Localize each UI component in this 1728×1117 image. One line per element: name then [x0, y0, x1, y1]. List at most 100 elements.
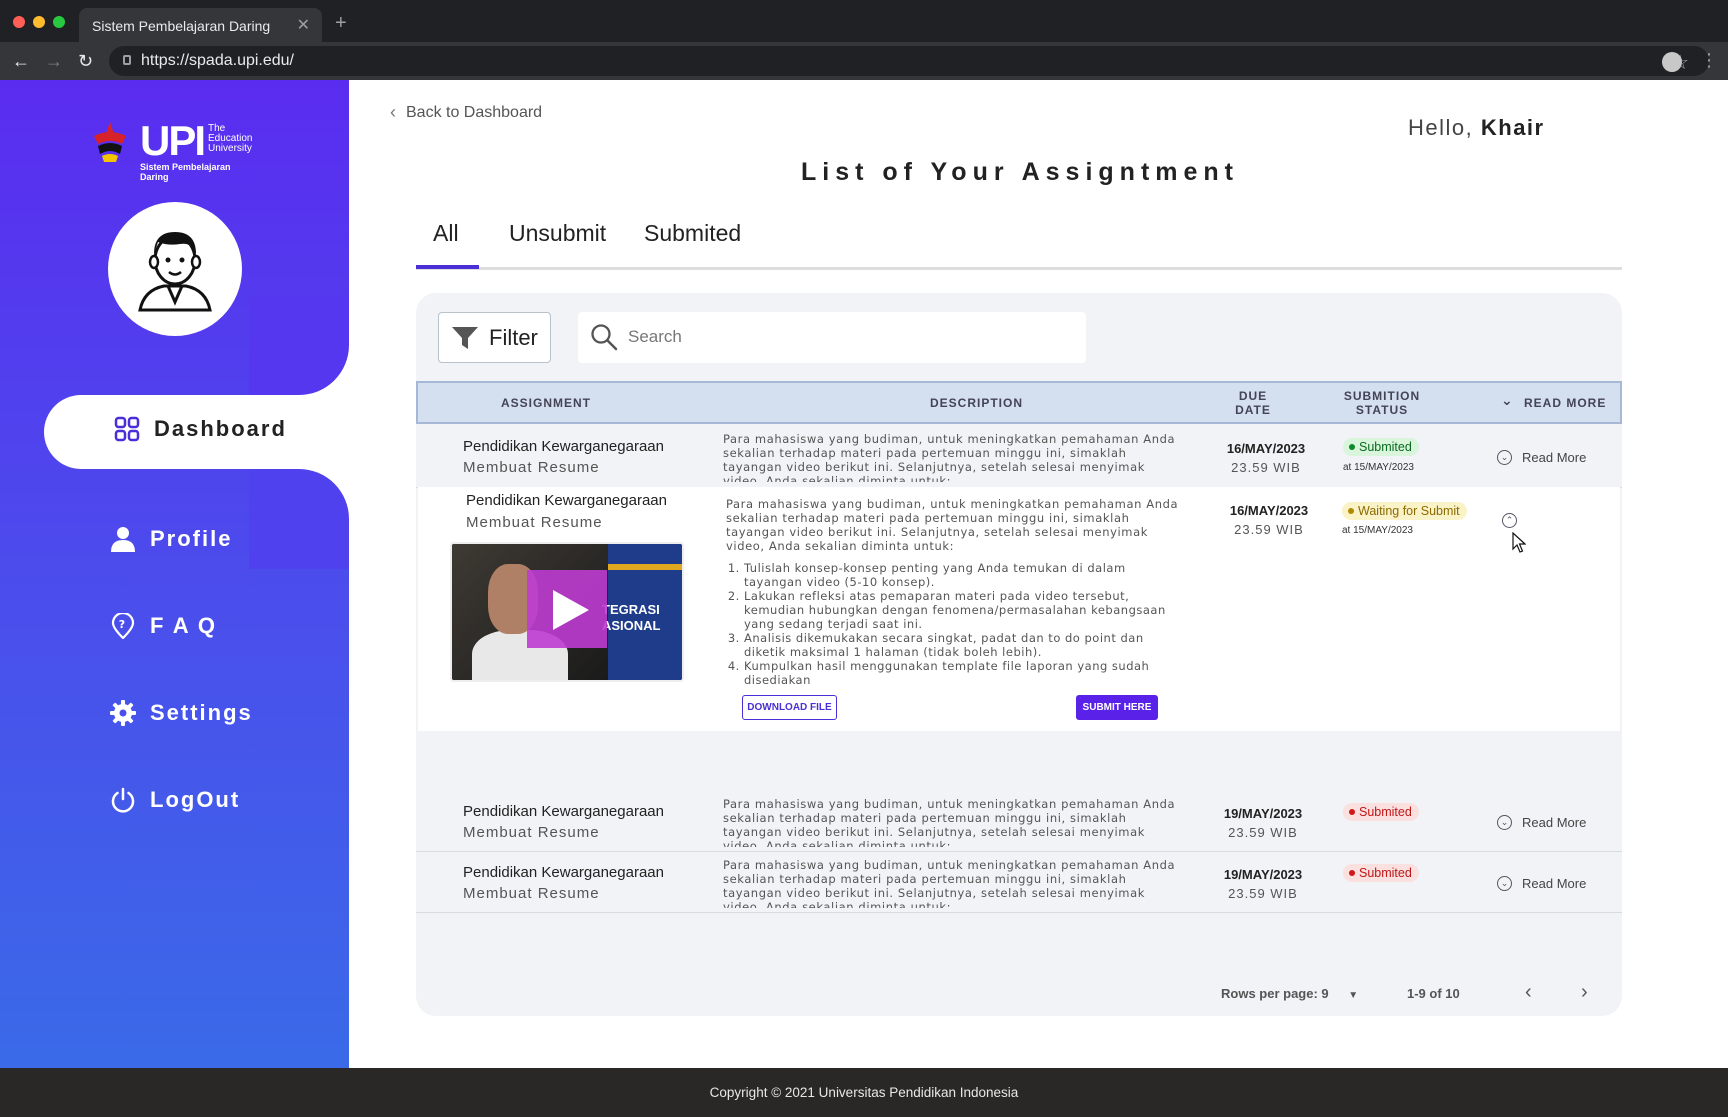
video-banner-stripe	[608, 564, 682, 570]
close-tab-icon[interactable]: ✕	[297, 15, 310, 35]
maximize-window-button[interactable]	[53, 16, 65, 28]
due-time: 23.59 WIB	[1228, 886, 1298, 901]
read-more-label: Read More	[1522, 450, 1587, 465]
footer: Copyright © 2021 Universitas Pendidikan …	[0, 1068, 1728, 1117]
read-more-button[interactable]: ⌄ Read More	[1497, 450, 1586, 465]
svg-text:?: ?	[119, 618, 127, 631]
filter-label: Filter	[489, 324, 538, 350]
video-banner-line-2: ASIONAL	[602, 618, 661, 633]
read-more-button[interactable]: ⌄ Read More	[1497, 815, 1586, 830]
assignment-title: Pendidikan Kewarganegaraan	[463, 438, 664, 455]
sidebar-item-dashboard[interactable]: Dashboard	[114, 416, 287, 442]
status-badge: Waiting for Submit	[1342, 502, 1467, 520]
column-description[interactable]: DESCRIPTION	[930, 396, 1023, 410]
assignment-subtitle: Membuat Resume	[466, 514, 603, 531]
assignment-subtitle: Membuat Resume	[463, 885, 600, 902]
search-input[interactable]: Search	[578, 312, 1086, 363]
nav-curve-top	[249, 295, 349, 395]
lock-icon	[123, 55, 131, 65]
column-submition-status[interactable]: SUBMITION STATUS	[1332, 389, 1432, 417]
sidebar-item-faq[interactable]: ? F A Q	[110, 613, 217, 639]
column-due-date-line-1: DUE	[1238, 389, 1268, 403]
chevron-down-icon[interactable]: ⌄	[1501, 393, 1514, 407]
logo-subtitle: Sistem Pembelajaran Daring	[140, 162, 231, 182]
column-due-date-line-2: DATE	[1235, 403, 1271, 417]
sidebar-item-settings[interactable]: Settings	[110, 700, 253, 726]
submit-here-button[interactable]: SUBMIT HERE	[1076, 695, 1158, 720]
table-row[interactable]: Pendidikan Kewarganegaraan Membuat Resum…	[416, 791, 1622, 852]
upi-logo: UPI The Education University Sistem Pemb…	[90, 117, 260, 182]
tab-unsubmit[interactable]: Unsubmit	[509, 220, 606, 247]
gear-icon	[110, 700, 136, 726]
back-arrow-icon[interactable]: ←	[12, 51, 30, 72]
logo-tagline-line-3: University	[208, 143, 252, 154]
browser-titlebar: Sistem Pembelajaran Daring ✕ +	[0, 0, 1728, 42]
due-date: 16/MAY/2023	[1229, 503, 1309, 518]
logo-wordmark: UPI	[140, 117, 206, 164]
filter-button[interactable]: Filter	[438, 312, 551, 363]
search-placeholder: Search	[628, 327, 682, 346]
status-badge: Submited	[1343, 438, 1419, 456]
pagination-range: 1-9 of 10	[1407, 986, 1460, 1001]
column-assignment[interactable]: ASSIGNMENT	[501, 396, 591, 410]
close-window-button[interactable]	[13, 16, 25, 28]
column-read-more[interactable]: READ MORE	[1524, 396, 1606, 410]
video-thumbnail[interactable]: TEGRASI ASIONAL	[450, 542, 684, 682]
back-to-dashboard-link[interactable]: ‹ Back to Dashboard	[390, 102, 542, 123]
task-item: Lakukan refleksi atas pemaparan materi p…	[744, 589, 1186, 631]
status-badge: Submited	[1343, 864, 1419, 882]
submitted-at: at 15/MAY/2023	[1342, 525, 1413, 536]
column-status-line-2: STATUS	[1355, 403, 1409, 417]
grid-icon	[114, 416, 140, 442]
user-name: Khair	[1480, 115, 1545, 140]
sidebar-item-label: Dashboard	[154, 416, 287, 441]
assignment-description: Para mahasiswa yang budiman, untuk menin…	[723, 432, 1176, 482]
browser-tab-title: Sistem Pembelajaran Daring	[92, 18, 271, 34]
read-more-label: Read More	[1522, 876, 1587, 891]
caret-down-icon: ▼	[1348, 990, 1359, 1001]
browser-tab[interactable]: Sistem Pembelajaran Daring ✕	[79, 8, 322, 42]
task-item: Tulislah konsep-konsep penting yang Anda…	[744, 561, 1186, 589]
minimize-window-button[interactable]	[33, 16, 45, 28]
play-icon[interactable]	[527, 570, 607, 648]
read-more-button[interactable]: ⌄ Read More	[1497, 876, 1586, 891]
read-more-label: Read More	[1522, 815, 1587, 830]
assignment-tabs: All Unsubmit Submited	[416, 220, 1622, 270]
table-row[interactable]: Pendidikan Kewarganegaraan Membuat Resum…	[416, 426, 1622, 488]
avatar[interactable]	[108, 202, 242, 336]
browser-menu-icon[interactable]: ⋮	[1700, 50, 1718, 71]
column-status-line-1: SUBMITION	[1343, 389, 1421, 403]
assignment-title: Pendidikan Kewarganegaraan	[463, 803, 664, 820]
assignment-subtitle: Membuat Resume	[463, 459, 600, 476]
location-pin-icon: ?	[111, 613, 135, 639]
due-time: 23.59 WIB	[1228, 825, 1298, 840]
user-icon	[111, 527, 135, 552]
download-file-button[interactable]: DOWNLOAD FILE	[742, 695, 837, 720]
table-row[interactable]: Pendidikan Kewarganegaraan Membuat Resum…	[416, 852, 1622, 913]
address-bar[interactable]: https://spada.upi.edu/ ☆	[109, 46, 1709, 76]
tab-all[interactable]: All	[433, 220, 459, 247]
search-icon	[591, 324, 618, 351]
new-tab-icon[interactable]: +	[335, 12, 347, 35]
rows-per-page-select[interactable]: Rows per page: 9 ▼	[1221, 986, 1358, 1001]
browser-profile-icon[interactable]	[1662, 52, 1682, 72]
task-item: Analisis dikemukakan secara singkat, pad…	[744, 631, 1186, 659]
sidebar-item-profile[interactable]: Profile	[110, 526, 232, 552]
chevron-right-icon[interactable]: ›	[1581, 981, 1588, 1004]
chevron-up-circle-icon[interactable]: ⌃	[1502, 513, 1517, 528]
chevron-left-icon[interactable]: ‹	[1525, 981, 1532, 1004]
sidebar-item-label: LogOut	[150, 787, 241, 812]
chevron-down-circle-icon: ⌄	[1497, 450, 1512, 465]
sidebar: UPI The Education University Sistem Pemb…	[0, 80, 349, 1068]
rows-per-page-label: Rows per page: 9	[1221, 986, 1329, 1001]
tab-submited[interactable]: Submited	[644, 220, 741, 247]
greeting: Hello, Khair	[1408, 115, 1545, 141]
sidebar-item-logout[interactable]: LogOut	[110, 787, 240, 813]
active-tab-indicator	[416, 265, 479, 269]
forward-arrow-icon[interactable]: →	[45, 51, 63, 72]
chevron-left-icon: ‹	[390, 102, 396, 122]
mouse-cursor-icon	[1512, 532, 1526, 553]
column-due-date[interactable]: DUE DATE	[1228, 389, 1278, 417]
reload-icon[interactable]: ↻	[78, 51, 93, 72]
assignment-title: Pendidikan Kewarganegaraan	[466, 492, 667, 509]
